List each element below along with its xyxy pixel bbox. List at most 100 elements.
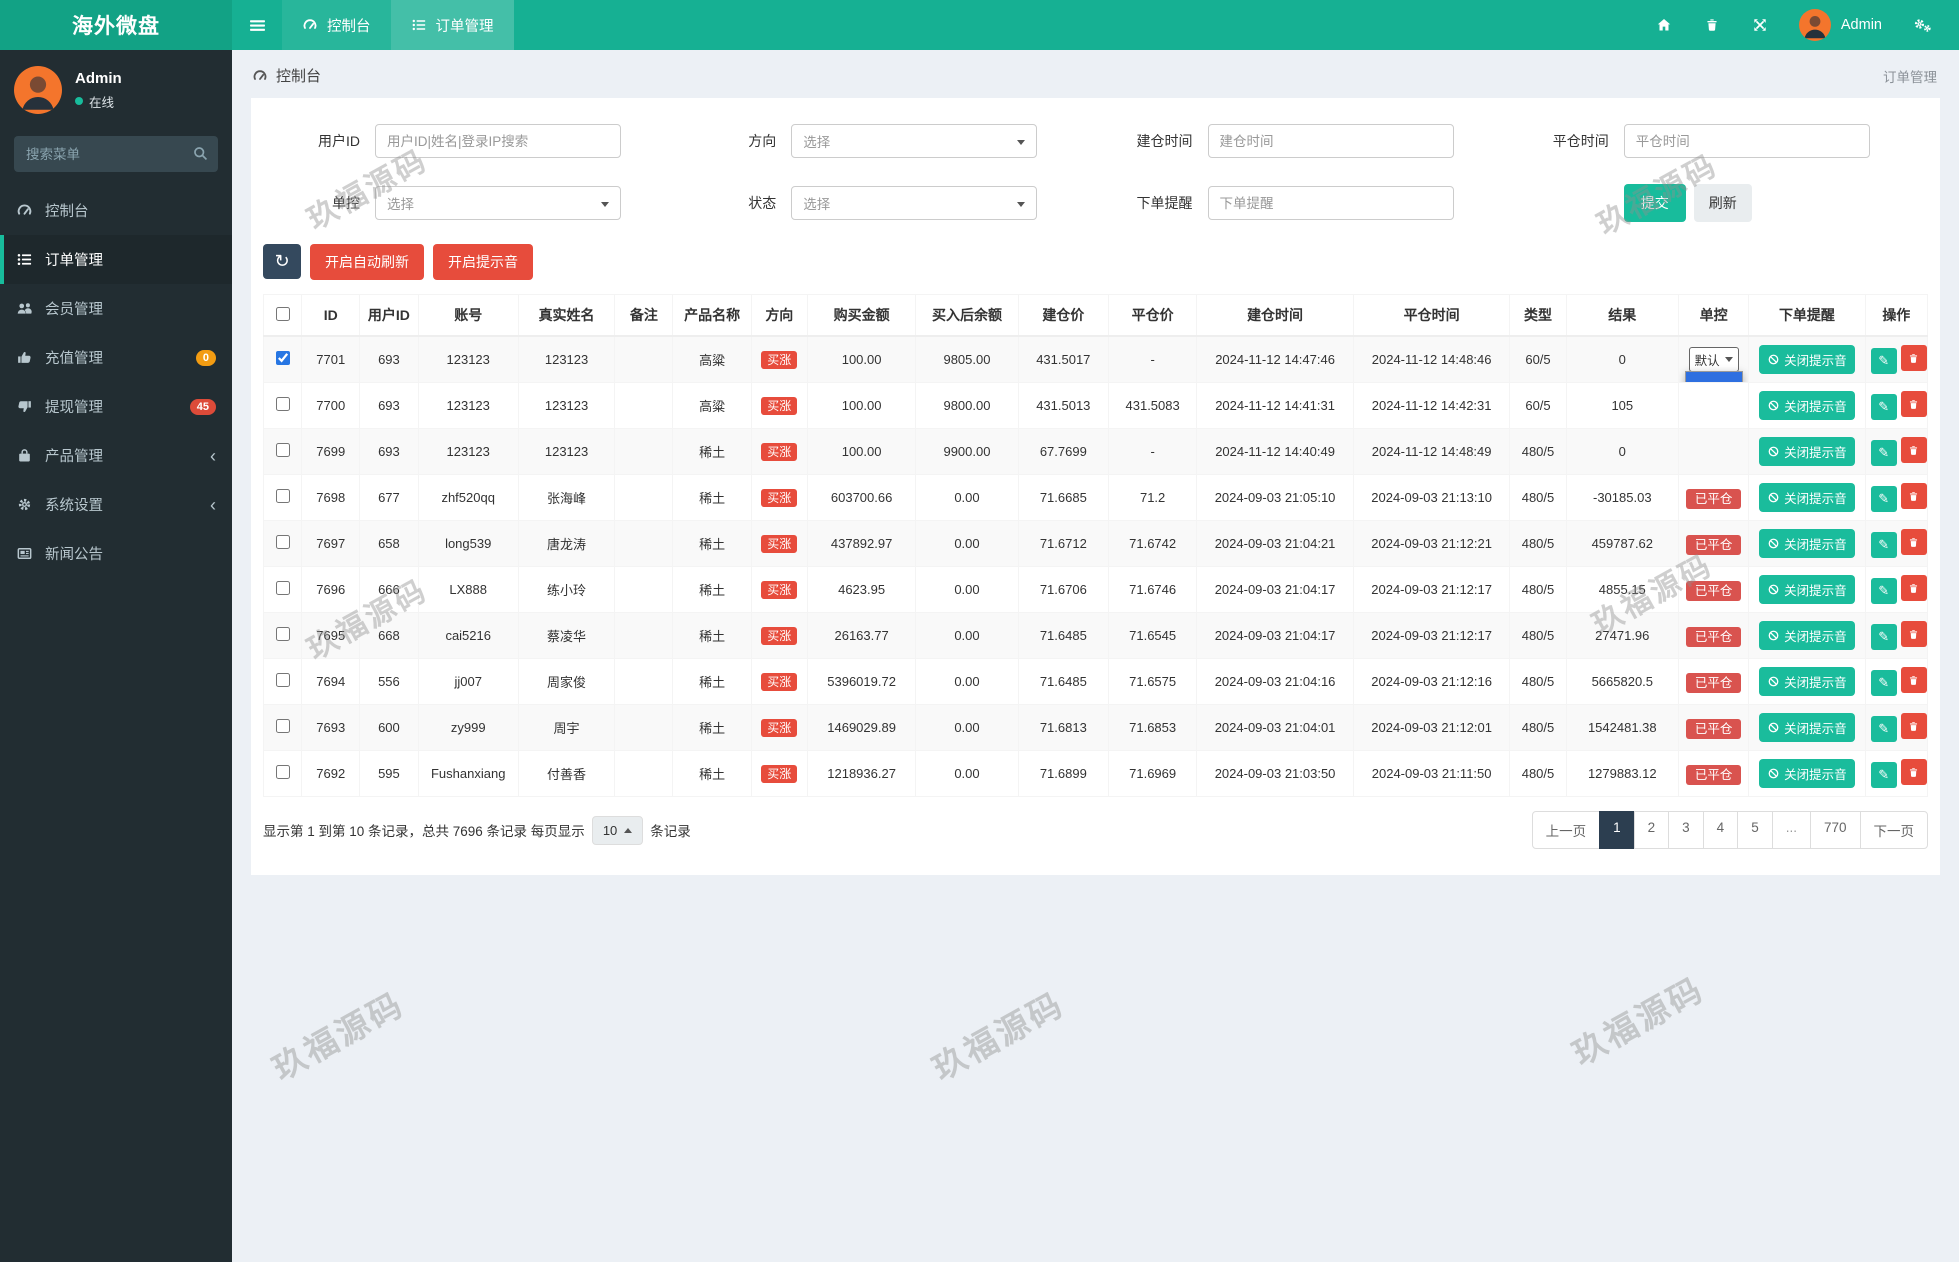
delete-button[interactable] bbox=[1901, 391, 1927, 417]
sidebar-search-input[interactable] bbox=[14, 136, 218, 172]
row-checkbox[interactable] bbox=[276, 351, 290, 365]
delete-button[interactable] bbox=[1901, 437, 1927, 463]
sidebar-item-settings[interactable]: 系统设置‹ bbox=[0, 480, 232, 529]
tab-orders[interactable]: 订单管理 bbox=[391, 0, 514, 50]
delete-button[interactable] bbox=[1901, 483, 1927, 509]
control-select[interactable]: 选择 bbox=[375, 186, 621, 220]
cell-result: 0 bbox=[1566, 429, 1678, 475]
auto-refresh-button[interactable]: 开启自动刷新 bbox=[310, 244, 424, 280]
cell-control: 已平仓 bbox=[1678, 613, 1748, 659]
close-time-input[interactable] bbox=[1636, 134, 1858, 149]
next-page-button[interactable]: 下一页 bbox=[1860, 811, 1929, 849]
trash-icon[interactable] bbox=[1703, 17, 1721, 33]
row-checkbox[interactable] bbox=[276, 397, 290, 411]
cell-account: jj007 bbox=[418, 659, 518, 705]
mute-remind-button[interactable]: 关闭提示音 bbox=[1759, 437, 1855, 466]
page-button[interactable]: 4 bbox=[1703, 811, 1739, 849]
row-checkbox[interactable] bbox=[276, 489, 290, 503]
sidebar-item-deposits[interactable]: 充值管理0 bbox=[0, 333, 232, 382]
delete-button[interactable] bbox=[1901, 621, 1927, 647]
sidebar-item-products[interactable]: 产品管理‹ bbox=[0, 431, 232, 480]
dropdown-option[interactable]: 默认 bbox=[1686, 372, 1742, 383]
row-checkbox[interactable] bbox=[276, 627, 290, 641]
sidebar-item-dashboard[interactable]: 控制台 bbox=[0, 186, 232, 235]
edit-button[interactable]: ✎ bbox=[1871, 486, 1897, 512]
reload-button[interactable]: ↻ bbox=[263, 244, 301, 279]
edit-button[interactable]: ✎ bbox=[1871, 670, 1897, 696]
search-icon[interactable] bbox=[192, 145, 209, 162]
edit-button[interactable]: ✎ bbox=[1871, 762, 1897, 788]
edit-button[interactable]: ✎ bbox=[1871, 532, 1897, 558]
row-checkbox[interactable] bbox=[276, 765, 290, 779]
delete-button[interactable] bbox=[1901, 575, 1927, 601]
settings-cogs-icon[interactable] bbox=[1912, 17, 1933, 33]
row-checkbox[interactable] bbox=[276, 443, 290, 457]
delete-button[interactable] bbox=[1901, 713, 1927, 739]
delete-button[interactable] bbox=[1901, 529, 1927, 555]
caret-up-icon bbox=[624, 828, 632, 833]
cell-close_price: 431.5083 bbox=[1108, 383, 1196, 429]
per-page-dropdown[interactable]: 10 bbox=[592, 816, 643, 845]
page-button[interactable]: 770 bbox=[1810, 811, 1861, 849]
control-select[interactable]: 默认 bbox=[1689, 347, 1739, 372]
tab-dashboard[interactable]: 控制台 bbox=[282, 0, 391, 50]
edit-button[interactable]: ✎ bbox=[1871, 440, 1897, 466]
home-icon[interactable] bbox=[1655, 17, 1673, 33]
refresh-button[interactable]: 刷新 bbox=[1694, 184, 1752, 222]
page-button[interactable]: 3 bbox=[1668, 811, 1704, 849]
cell-id: 7698 bbox=[302, 475, 360, 521]
row-checkbox[interactable] bbox=[276, 581, 290, 595]
admin-menu[interactable]: Admin bbox=[1799, 9, 1882, 41]
page-button[interactable]: ... bbox=[1772, 811, 1811, 849]
page-button[interactable]: 2 bbox=[1634, 811, 1670, 849]
open-time-input[interactable] bbox=[1220, 134, 1442, 149]
control-dropdown[interactable]: 默认赢亏 bbox=[1685, 371, 1743, 383]
row-checkbox[interactable] bbox=[276, 719, 290, 733]
mute-remind-button[interactable]: 关闭提示音 bbox=[1759, 529, 1855, 558]
prev-page-button[interactable]: 上一页 bbox=[1532, 811, 1601, 849]
sound-on-button[interactable]: 开启提示音 bbox=[433, 244, 533, 280]
cell-product: 稀土 bbox=[673, 705, 751, 751]
page-button[interactable]: 5 bbox=[1737, 811, 1773, 849]
mute-remind-button[interactable]: 关闭提示音 bbox=[1759, 667, 1855, 696]
userid-search-input[interactable] bbox=[387, 134, 609, 149]
sidebar-toggle-button[interactable] bbox=[232, 0, 282, 50]
mute-remind-button[interactable]: 关闭提示音 bbox=[1759, 713, 1855, 742]
cell-account: 123123 bbox=[418, 383, 518, 429]
column-header: 账号 bbox=[418, 295, 518, 337]
row-checkbox[interactable] bbox=[276, 535, 290, 549]
mute-remind-button[interactable]: 关闭提示音 bbox=[1759, 345, 1855, 374]
sidebar-item-news[interactable]: 新闻公告 bbox=[0, 529, 232, 578]
user-name: Admin bbox=[75, 70, 122, 87]
cell-remind: 关闭提示音 bbox=[1749, 567, 1865, 613]
table-footer: 显示第 1 到第 10 条记录，总共 7696 条记录 每页显示 10 条记录 … bbox=[251, 797, 1940, 869]
status-select[interactable]: 选择 bbox=[791, 186, 1037, 220]
mute-remind-button[interactable]: 关闭提示音 bbox=[1759, 391, 1855, 420]
cell-id: 7701 bbox=[302, 336, 360, 383]
sidebar-item-withdrawals[interactable]: 提现管理45 bbox=[0, 382, 232, 431]
mute-remind-button[interactable]: 关闭提示音 bbox=[1759, 575, 1855, 604]
edit-button[interactable]: ✎ bbox=[1871, 716, 1897, 742]
delete-button[interactable] bbox=[1901, 759, 1927, 785]
edit-button[interactable]: ✎ bbox=[1871, 394, 1897, 420]
remind-input[interactable] bbox=[1220, 196, 1442, 211]
cell-actions: ✎ bbox=[1865, 475, 1927, 521]
fullscreen-icon[interactable] bbox=[1751, 17, 1769, 33]
mute-remind-button[interactable]: 关闭提示音 bbox=[1759, 483, 1855, 512]
row-checkbox[interactable] bbox=[276, 673, 290, 687]
edit-button[interactable]: ✎ bbox=[1871, 348, 1897, 374]
delete-button[interactable] bbox=[1901, 667, 1927, 693]
sidebar-item-orders[interactable]: 订单管理 bbox=[0, 235, 232, 284]
select-all-checkbox[interactable] bbox=[276, 307, 290, 321]
mute-remind-button[interactable]: 关闭提示音 bbox=[1759, 759, 1855, 788]
direction-select[interactable]: 选择 bbox=[791, 124, 1037, 158]
edit-button[interactable]: ✎ bbox=[1871, 578, 1897, 604]
page-button[interactable]: 1 bbox=[1599, 811, 1635, 849]
edit-button[interactable]: ✎ bbox=[1871, 624, 1897, 650]
filter-label-closetime: 平仓时间 bbox=[1512, 131, 1624, 151]
trash-icon bbox=[1907, 766, 1920, 779]
delete-button[interactable] bbox=[1901, 345, 1927, 371]
sidebar-item-members[interactable]: 会员管理 bbox=[0, 284, 232, 333]
submit-button[interactable]: 提交 bbox=[1624, 184, 1686, 222]
mute-remind-button[interactable]: 关闭提示音 bbox=[1759, 621, 1855, 650]
